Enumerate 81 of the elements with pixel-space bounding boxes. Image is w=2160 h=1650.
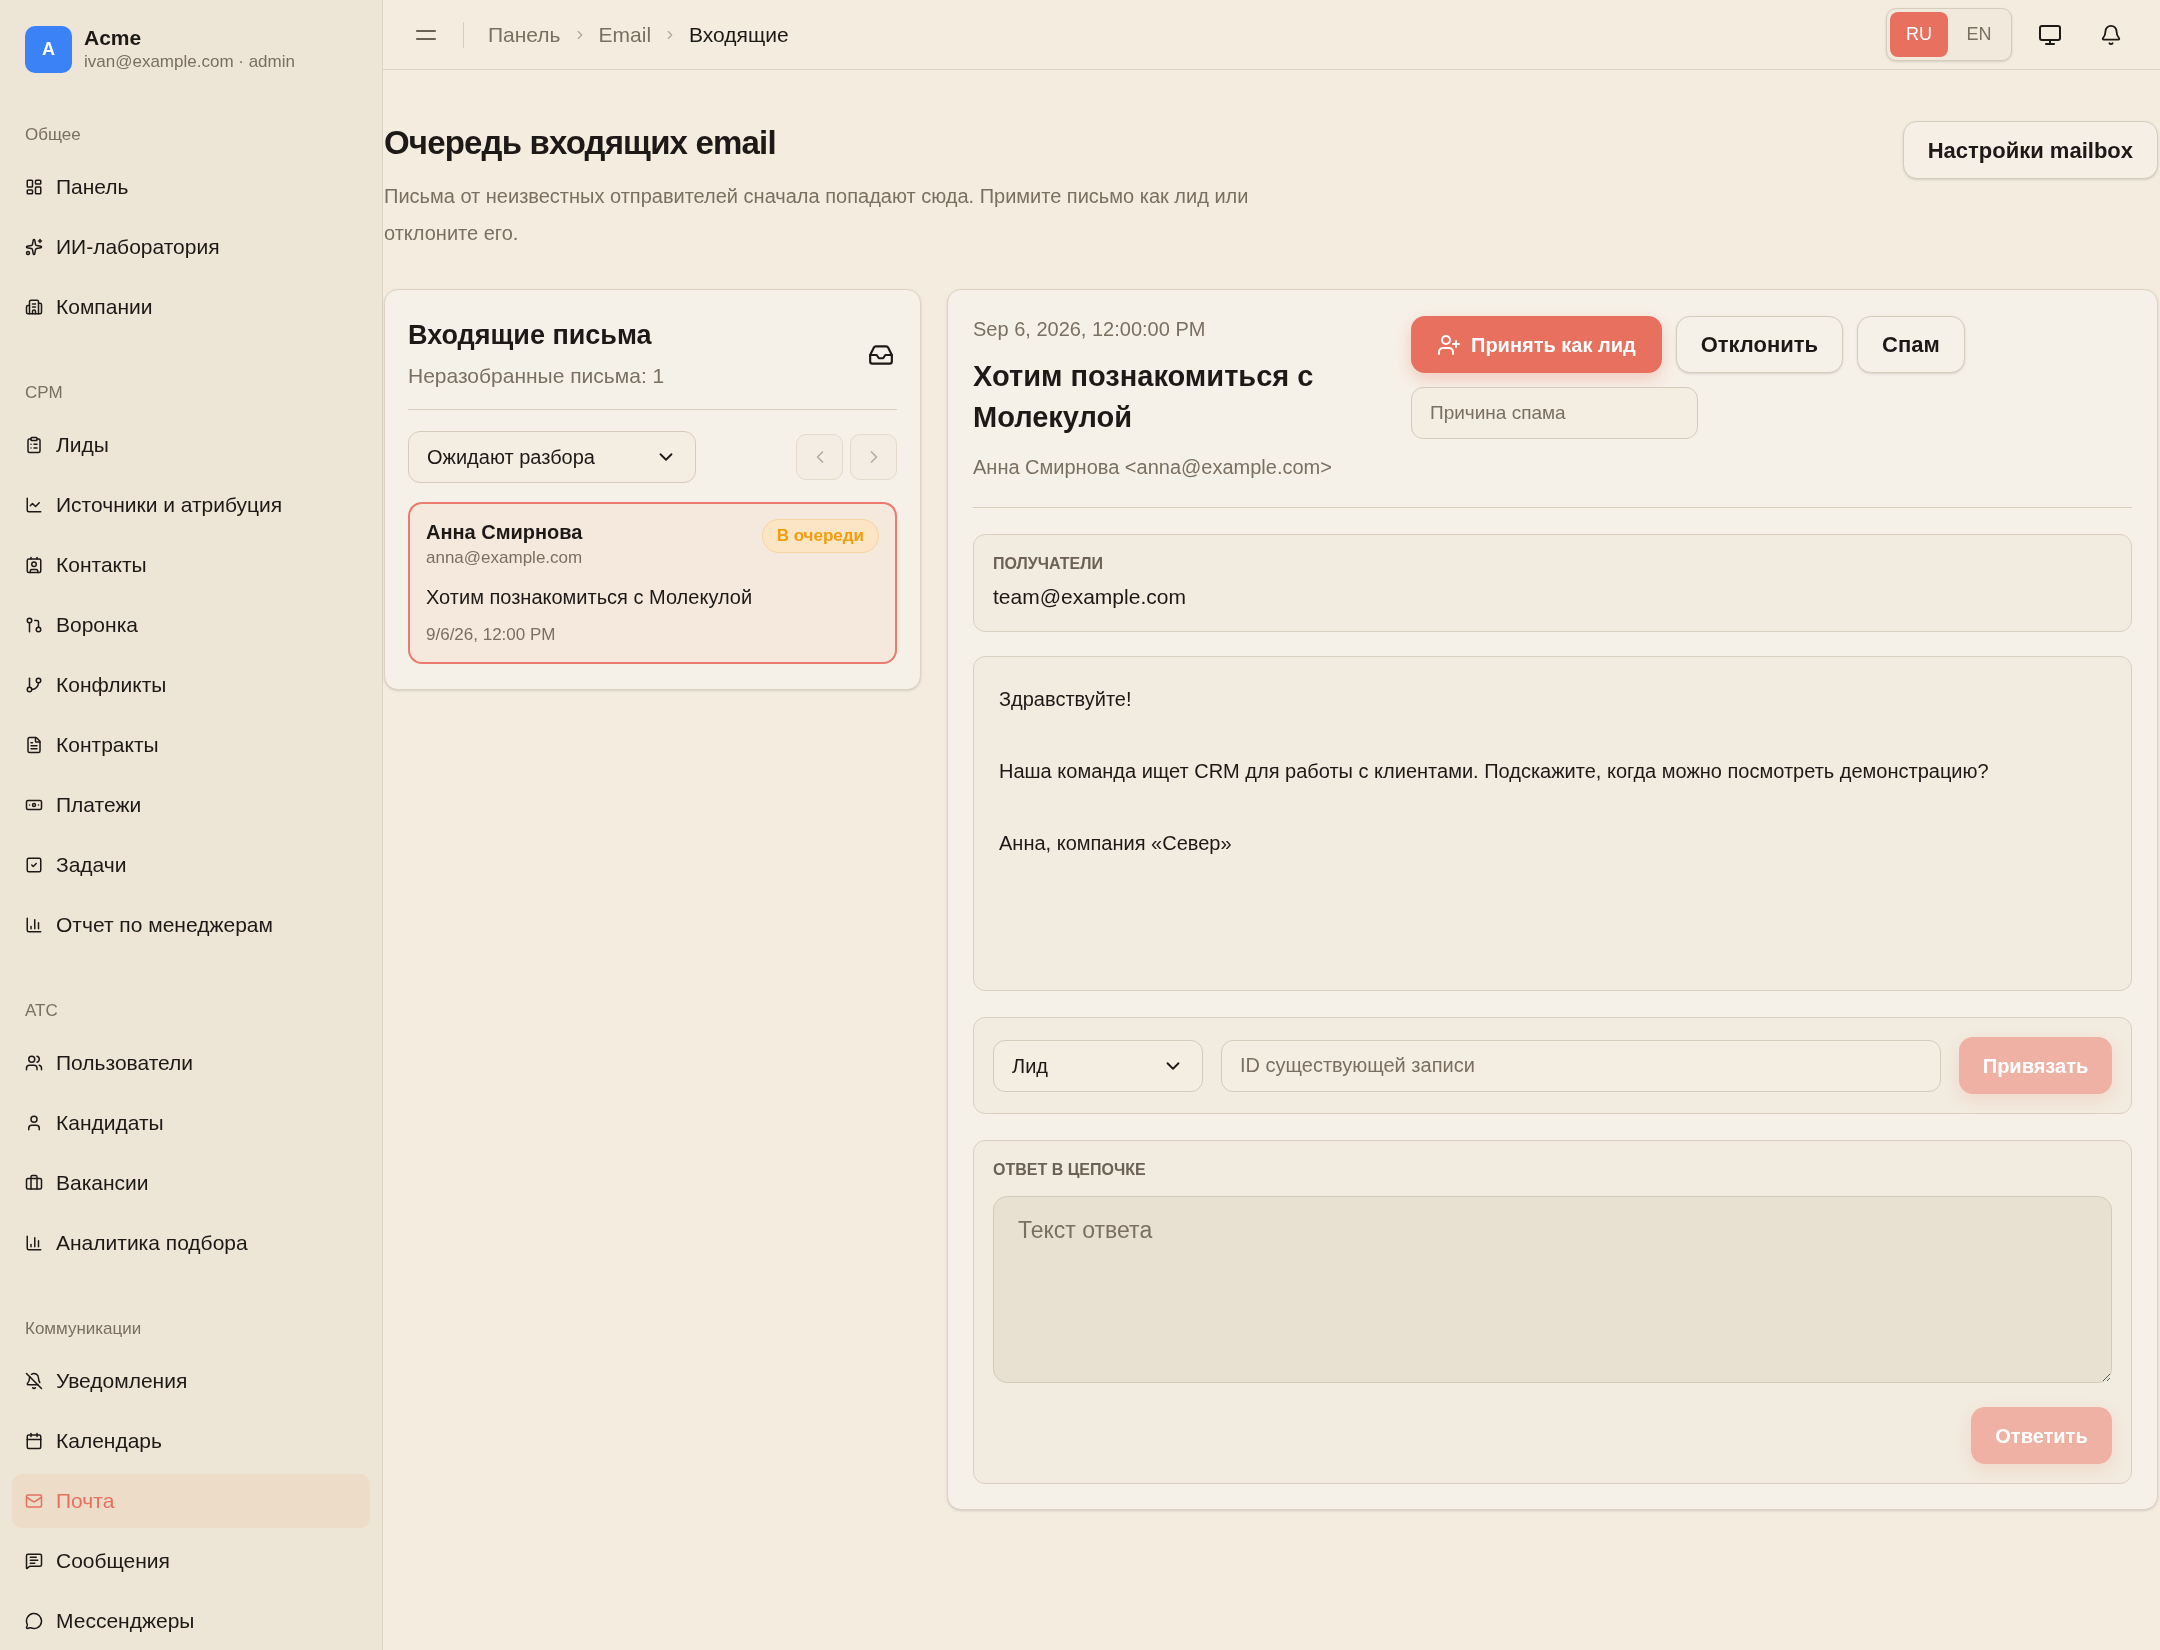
calendar-icon <box>25 1432 43 1450</box>
sidebar-item[interactable]: ИИ-лаборатория <box>12 220 370 274</box>
sidebar-item[interactable]: Календарь <box>12 1414 370 1468</box>
email-body-paragraph: Здравствуйте! <box>999 687 1133 712</box>
sidebar-item[interactable]: Конфликты <box>12 658 370 712</box>
avatar: A <box>25 25 72 73</box>
email-subject: Хотим познакомиться с Молекулой <box>426 585 754 610</box>
sidebar-item[interactable]: Компании <box>12 280 370 334</box>
account-info: ivan@example.com · admin <box>84 51 295 73</box>
status-filter-select[interactable]: Ожидают разбора <box>408 431 696 483</box>
checkbox-icon <box>25 856 43 874</box>
recipients-value: team@example.com <box>993 584 1187 610</box>
unsorted-count: Неразобранные письма: 1 <box>408 363 665 389</box>
reject-button[interactable]: Отклонить <box>1675 316 1844 373</box>
section-label: Коммуникации <box>24 1318 143 1340</box>
email-body-paragraph: Наша команда ищет CRM для работы с клиентами. Подскажите, когда можно посмотреть демонстрацию? <box>999 759 1990 784</box>
clipboard-icon <box>25 436 43 454</box>
briefcase-icon <box>25 1174 43 1192</box>
sidebar-item[interactable]: Контракты <box>12 718 370 772</box>
sender-name: Анна Смирнова <box>426 520 583 545</box>
bell-off-icon <box>25 1372 43 1390</box>
document-icon <box>25 736 43 754</box>
recipients-label: ПОЛУЧАТЕЛИ <box>993 554 1104 574</box>
section-label: Общее <box>24 124 82 146</box>
language-button[interactable]: EN <box>1950 12 2008 57</box>
breadcrumb-link[interactable]: Email <box>598 18 652 51</box>
email-date: 9/6/26, 12:00 PM <box>426 624 557 646</box>
users-icon <box>25 1054 43 1072</box>
sidebar-item[interactable]: Пользователи <box>12 1036 370 1090</box>
sparkles-icon <box>25 238 43 256</box>
card-title: Входящие письма <box>408 319 653 352</box>
breadcrumb-link[interactable]: Входящие <box>689 18 789 51</box>
mail-icon <box>25 1492 43 1510</box>
spam-reason-field[interactable]: Причина спама <box>1411 387 1698 439</box>
reply-label: ОТВЕТ В ЦЕПОЧКЕ <box>993 1160 1147 1180</box>
sidebar-item[interactable]: Воронка <box>12 598 370 652</box>
breadcrumb-link[interactable]: Панель <box>488 18 561 51</box>
brand-name: Acme <box>84 25 143 51</box>
email-body-paragraph: Анна, компания «Север» <box>999 831 1233 856</box>
sidebar-item[interactable]: Панель <box>12 160 370 214</box>
email-sender: Анна Смирнова <anna@example.com> <box>973 455 1333 480</box>
reply-textarea[interactable]: Текст ответа <box>993 1196 2112 1383</box>
record-type-select[interactable]: Лид <box>993 1039 1203 1092</box>
sidebar-item[interactable]: Задачи <box>12 838 370 892</box>
building-icon <box>25 298 43 316</box>
sender-email: anna@example.com <box>426 547 583 569</box>
bar-chart-icon <box>25 916 43 934</box>
email-datetime: Sep 6, 2026, 12:00:00 PM <box>973 317 1207 342</box>
sidebar-item[interactable]: Кандидаты <box>12 1096 370 1150</box>
sidebar-item[interactable]: Аналитика подбора <box>12 1216 370 1270</box>
mailbox-settings-button[interactable]: Настройки mailbox <box>1902 121 2158 179</box>
pull-request-icon <box>25 616 43 634</box>
email-subject-heading: Хотим познакомиться с Молекулой <box>973 359 1315 435</box>
sidebar-item[interactable]: Контакты <box>12 538 370 592</box>
sidebar-item[interactable]: Лиды <box>12 418 370 472</box>
monitor-icon[interactable] <box>2038 22 2062 47</box>
sidebar-item[interactable]: Мессенджеры <box>12 1594 370 1648</box>
notifications-icon[interactable] <box>2100 23 2122 46</box>
section-label: ATC <box>24 1000 59 1022</box>
status-badge: В очереди <box>761 519 879 553</box>
sidebar-item[interactable]: Платежи <box>12 778 370 832</box>
record-id-field[interactable]: ID существующей записи <box>1221 1039 1941 1092</box>
section-label: CPM <box>24 382 64 404</box>
sidebar-item[interactable]: Источники и атрибуция <box>12 478 370 532</box>
branch-icon <box>25 676 43 694</box>
page-title: Очередь входящих email <box>384 123 777 163</box>
sidebar-item[interactable]: Уведомления <box>12 1354 370 1408</box>
chat-bubble-icon <box>25 1612 43 1630</box>
menu-icon[interactable] <box>416 29 436 40</box>
sidebar-item[interactable]: Отчет по менеджерам <box>12 898 370 952</box>
dashboard-icon <box>25 178 43 196</box>
spam-button[interactable]: Спам <box>1857 316 1965 373</box>
line-chart-icon <box>25 496 43 514</box>
sidebar-item[interactable]: Сообщения <box>12 1534 370 1588</box>
user-icon <box>25 1114 43 1132</box>
page-description: Письма от неизвестных отправителей сначала попадают сюда. Примите письмо как лид или отклоните его. <box>384 184 1250 246</box>
contact-card-icon <box>25 556 43 574</box>
sidebar-item[interactable]: Вакансии <box>12 1156 370 1210</box>
bar-chart-icon <box>25 1234 43 1252</box>
email-list-item[interactable]: Анна Смирнова anna@example.com В очереди Хотим познакомиться с Молекулой 9/6/26, 12:00 PM <box>408 502 897 664</box>
user-plus-icon <box>1437 332 1461 357</box>
